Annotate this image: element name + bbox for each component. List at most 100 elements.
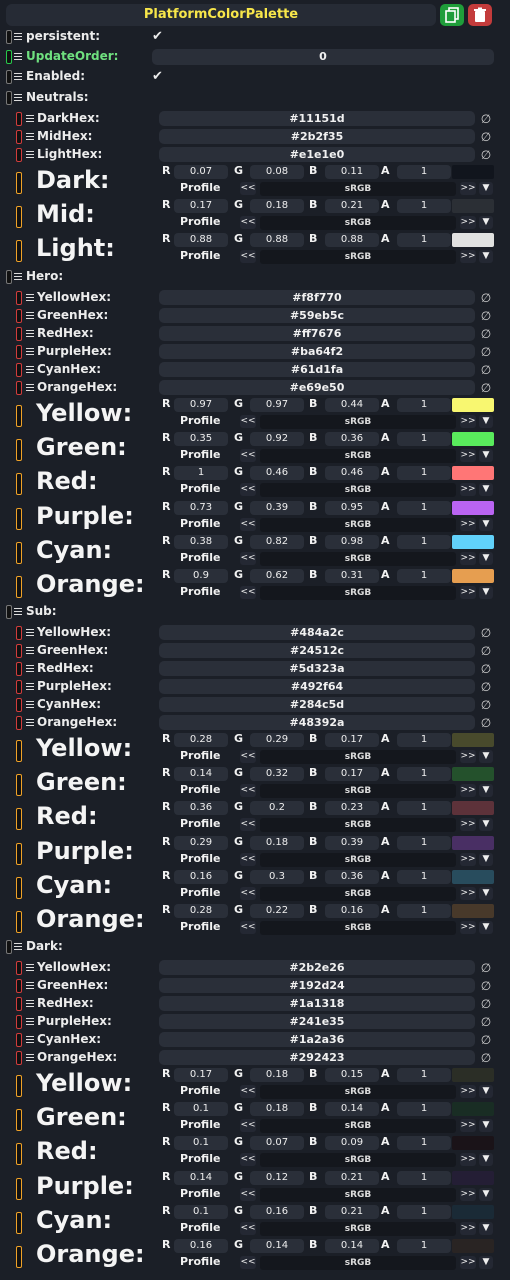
update-order-field[interactable]: 0 (152, 49, 494, 65)
profile-field[interactable]: sRGB (260, 483, 456, 498)
hex-field[interactable]: #48392a (159, 715, 475, 730)
property-handle[interactable] (16, 1246, 22, 1268)
channel-value[interactable]: 0.23 (325, 801, 379, 816)
property-handle[interactable] (16, 405, 22, 427)
profile-field[interactable]: sRGB (260, 586, 456, 600)
next-profile-button[interactable]: >> (460, 586, 476, 599)
clear-icon[interactable]: ∅ (479, 644, 493, 658)
next-profile-button[interactable]: >> (460, 1153, 476, 1167)
channel-value[interactable]: 0.08 (250, 165, 304, 179)
profile-field[interactable]: sRGB (260, 182, 456, 196)
channel-value[interactable]: 0.18 (250, 1102, 304, 1117)
next-profile-button[interactable]: >> (460, 517, 476, 531)
channel-value[interactable]: 1 (397, 1204, 451, 1219)
color-swatch[interactable] (452, 233, 494, 248)
channel-value[interactable]: 0.09 (325, 1136, 379, 1151)
property-handle[interactable] (16, 876, 22, 899)
property-handle[interactable] (16, 112, 22, 126)
property-handle[interactable] (16, 997, 22, 1011)
channel-value[interactable]: 0.16 (174, 869, 228, 884)
prev-profile-button[interactable]: << (240, 483, 256, 497)
channel-value[interactable]: 1 (397, 569, 451, 583)
channel-value[interactable]: 0.97 (250, 398, 304, 412)
hex-field[interactable]: #ff7676 (159, 326, 475, 341)
color-swatch[interactable] (452, 569, 494, 583)
channel-value[interactable]: 0.9 (174, 569, 228, 583)
profile-field[interactable]: sRGB (260, 818, 456, 833)
channel-value[interactable]: 1 (397, 165, 451, 179)
property-handle[interactable] (16, 961, 22, 975)
color-swatch[interactable] (452, 801, 494, 816)
prev-profile-button[interactable]: << (240, 1221, 256, 1235)
channel-value[interactable]: 0.28 (174, 904, 228, 918)
property-handle[interactable] (16, 148, 22, 162)
hex-field[interactable]: #292423 (159, 1050, 475, 1065)
property-handle[interactable] (16, 1177, 22, 1200)
menu-icon[interactable] (26, 1000, 34, 1008)
next-profile-button[interactable]: >> (460, 784, 476, 798)
dropdown-button[interactable]: ▼ (479, 517, 493, 531)
color-swatch[interactable] (452, 500, 494, 515)
profile-field[interactable]: sRGB (260, 449, 456, 464)
next-profile-button[interactable]: >> (460, 1119, 476, 1133)
next-profile-button[interactable]: >> (460, 551, 476, 565)
hex-field[interactable]: #2b2e26 (159, 960, 475, 975)
channel-value[interactable]: 0.11 (325, 165, 379, 179)
menu-icon[interactable] (26, 1036, 34, 1044)
prev-profile-button[interactable]: << (240, 586, 256, 599)
menu-icon[interactable] (14, 94, 22, 102)
profile-field[interactable]: sRGB (260, 1221, 456, 1236)
clear-icon[interactable]: ∅ (479, 112, 493, 126)
property-handle[interactable] (16, 842, 22, 865)
property-handle[interactable] (6, 940, 12, 954)
next-profile-button[interactable]: >> (460, 750, 476, 763)
property-handle[interactable] (16, 473, 22, 496)
channel-value[interactable]: 0.88 (250, 233, 304, 248)
property-handle[interactable] (16, 1109, 22, 1132)
channel-value[interactable]: 1 (397, 466, 451, 481)
hex-field[interactable]: #5d323a (159, 661, 475, 676)
menu-icon[interactable] (26, 348, 34, 356)
menu-icon[interactable] (26, 330, 34, 338)
channel-value[interactable]: 0.39 (325, 835, 379, 850)
menu-icon[interactable] (26, 719, 34, 727)
property-handle[interactable] (6, 91, 12, 105)
next-profile-button[interactable]: >> (460, 1085, 476, 1098)
channel-value[interactable]: 0.14 (325, 1102, 379, 1117)
clear-icon[interactable]: ∅ (479, 961, 493, 975)
channel-value[interactable]: 0.16 (174, 1239, 228, 1253)
clear-icon[interactable]: ∅ (479, 680, 493, 694)
menu-icon[interactable] (14, 53, 22, 61)
property-handle[interactable] (16, 345, 22, 359)
channel-value[interactable]: 0.14 (174, 1170, 228, 1185)
property-handle[interactable] (16, 381, 22, 395)
next-profile-button[interactable]: >> (460, 1221, 476, 1235)
prev-profile-button[interactable]: << (240, 1119, 256, 1133)
property-handle[interactable] (16, 291, 22, 305)
next-profile-button[interactable]: >> (460, 216, 476, 230)
color-swatch[interactable] (452, 1136, 494, 1151)
dropdown-button[interactable]: ▼ (479, 1221, 493, 1235)
menu-icon[interactable] (14, 73, 22, 81)
property-handle[interactable] (16, 626, 22, 640)
menu-icon[interactable] (26, 665, 34, 673)
color-swatch[interactable] (452, 534, 494, 549)
dropdown-button[interactable]: ▼ (479, 818, 493, 832)
clear-icon[interactable]: ∅ (479, 698, 493, 712)
channel-value[interactable]: 0.38 (174, 534, 228, 549)
color-swatch[interactable] (452, 398, 494, 412)
menu-icon[interactable] (26, 294, 34, 302)
next-profile-button[interactable]: >> (460, 250, 476, 264)
prev-profile-button[interactable]: << (240, 818, 256, 832)
profile-field[interactable]: sRGB (260, 1119, 456, 1134)
property-handle[interactable] (6, 605, 12, 619)
channel-value[interactable]: 0.14 (250, 1239, 304, 1253)
dropdown-button[interactable]: ▼ (479, 586, 493, 599)
menu-icon[interactable] (26, 683, 34, 691)
dropdown-button[interactable]: ▼ (479, 1085, 493, 1098)
profile-field[interactable]: sRGB (260, 1256, 456, 1270)
channel-value[interactable]: 0.88 (174, 233, 228, 248)
property-handle[interactable] (16, 327, 22, 341)
channel-value[interactable]: 0.73 (174, 500, 228, 515)
channel-value[interactable]: 1 (397, 1170, 451, 1185)
